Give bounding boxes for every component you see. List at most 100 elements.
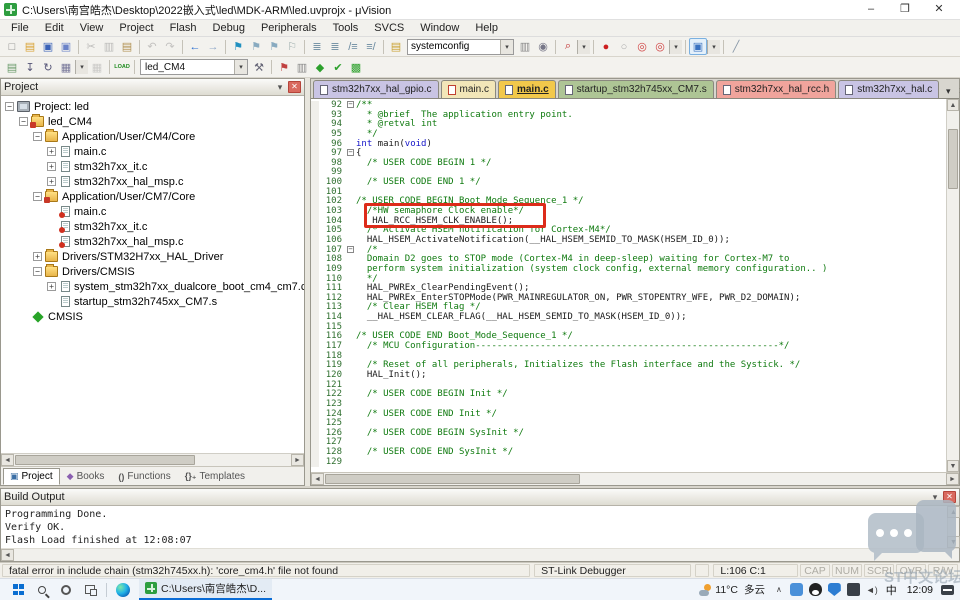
volume-icon[interactable]: ◄) [866, 585, 878, 595]
breakpoint-margin[interactable] [311, 226, 319, 236]
flash-download-button[interactable]: LOAD [113, 59, 131, 76]
breakpoint-margin[interactable] [311, 101, 319, 111]
new-file-icon[interactable]: □ [3, 38, 21, 55]
dropdown-arrow-icon[interactable]: ▾ [669, 40, 682, 54]
tree-expander-icon[interactable]: + [47, 147, 56, 156]
stop-build-icon[interactable]: ▦ [88, 59, 106, 76]
redo-icon[interactable]: ↷ [161, 38, 179, 55]
tree-expander-icon[interactable]: − [5, 102, 14, 111]
scroll-up-icon[interactable]: ▲ [947, 506, 960, 518]
tree-item[interactable]: +stm32h7xx_it.c [1, 159, 304, 174]
build-output-text[interactable]: Programming Done.Verify OK.Flash Load fi… [1, 506, 947, 548]
panel-tab-books[interactable]: ◆Books [60, 468, 112, 485]
dropdown-arrow-icon[interactable]: ▾ [707, 40, 720, 54]
select-packs-icon[interactable]: ✔ [329, 59, 347, 76]
menu-tools[interactable]: Tools [325, 20, 367, 36]
tree-expander-icon[interactable]: − [33, 267, 42, 276]
breakpoint-margin[interactable] [311, 284, 319, 294]
breakpoint-margin[interactable] [311, 303, 319, 313]
build-icon[interactable]: ↧ [21, 59, 39, 76]
tree-expander-icon[interactable]: + [33, 252, 42, 261]
books-icon[interactable]: ▥ [516, 38, 534, 55]
weather-temp[interactable]: 11°C [715, 584, 738, 596]
editor-tab[interactable]: stm32h7xx_hal_gpio.c [313, 80, 439, 98]
scroll-left-icon[interactable]: ◄ [311, 473, 324, 485]
breakpoint-margin[interactable] [311, 458, 319, 468]
tab-close-icon[interactable]: ✕ [955, 84, 960, 98]
breakpoint-disable-all-icon[interactable]: ◎ [633, 38, 651, 55]
breakpoint-margin[interactable] [311, 361, 319, 371]
scroll-left-icon[interactable]: ◄ [1, 549, 14, 561]
menu-peripherals[interactable]: Peripherals [253, 20, 325, 36]
fold-margin[interactable]: − [345, 246, 356, 256]
scroll-right-icon[interactable]: ► [291, 454, 304, 466]
breakpoint-margin[interactable] [311, 438, 319, 448]
find-icon[interactable]: ◉ [534, 38, 552, 55]
rebuild-icon[interactable]: ↻ [39, 59, 57, 76]
menu-view[interactable]: View [72, 20, 112, 36]
search-dropdown-icon[interactable]: ▾ [500, 40, 513, 54]
bookmark-prev-icon[interactable]: ⚑ [247, 38, 265, 55]
translate-icon[interactable]: ▤ [3, 59, 21, 76]
breakpoint-margin[interactable] [311, 400, 319, 410]
notification-center-icon[interactable] [941, 585, 954, 595]
breakpoint-margin[interactable] [311, 390, 319, 400]
breakpoint-margin[interactable] [311, 236, 319, 246]
breakpoint-margin[interactable] [311, 419, 319, 429]
tree-item[interactable]: −Drivers/CMSIS [1, 264, 304, 279]
weather-icon[interactable] [699, 584, 713, 596]
uncomment-icon[interactable]: ≡/ [362, 38, 380, 55]
tree-item[interactable]: −Application/User/CM4/Core [1, 129, 304, 144]
tree-item[interactable]: main.c [1, 204, 304, 219]
pack-installer-icon[interactable]: ▩ [347, 59, 365, 76]
breakpoint-toggle-icon[interactable]: ● [597, 38, 615, 55]
capture-app-icon[interactable] [847, 583, 860, 596]
cortana-button[interactable] [54, 579, 78, 600]
bookmark-clear-icon[interactable]: ⚐ [283, 38, 301, 55]
tree-item[interactable]: CMSIS [1, 309, 304, 324]
batch-build-icon[interactable]: ▦ [57, 59, 75, 76]
scroll-down-icon[interactable]: ▼ [947, 536, 960, 548]
cut-icon[interactable]: ✂ [82, 38, 100, 55]
breakpoint-margin[interactable] [311, 323, 319, 333]
fold-margin[interactable]: − [345, 101, 356, 111]
tree-expander-icon[interactable]: − [19, 117, 28, 126]
search-input[interactable] [408, 40, 500, 54]
tree-item[interactable]: −Project: led [1, 99, 304, 114]
scroll-up-icon[interactable]: ▲ [947, 99, 959, 111]
menu-debug[interactable]: Debug [205, 20, 253, 36]
panel-tab-functions[interactable]: ()Functions [111, 468, 177, 485]
editor-tab[interactable]: stm32h7xx_hal.c [838, 80, 939, 98]
scroll-right-icon[interactable]: ► [946, 473, 959, 485]
weather-desc[interactable]: 多云 [744, 582, 765, 597]
paste-icon[interactable]: ▤ [118, 38, 136, 55]
bookmark-toggle-icon[interactable]: ⚑ [229, 38, 247, 55]
taskbar-clock[interactable]: 12:09 [907, 584, 933, 596]
scroll-thumb[interactable] [325, 474, 580, 484]
project-hscrollbar[interactable]: ◄ ► [1, 453, 304, 466]
pin-icon[interactable]: ▾ [274, 81, 286, 93]
breakpoint-margin[interactable] [311, 149, 319, 159]
manage-rte-icon[interactable]: ◆ [311, 59, 329, 76]
save-icon[interactable]: ▣ [39, 38, 57, 55]
undo-icon[interactable]: ↶ [143, 38, 161, 55]
breakpoint-margin[interactable] [311, 246, 319, 256]
indent-icon[interactable]: ≣ [326, 38, 344, 55]
task-view-button[interactable] [78, 579, 102, 600]
pin-icon[interactable]: ▾ [929, 491, 941, 503]
breakpoint-enable-icon[interactable]: ○ [615, 38, 633, 55]
tree-item[interactable]: +main.c [1, 144, 304, 159]
close-button[interactable]: ✕ [922, 1, 956, 19]
breakpoint-margin[interactable] [311, 275, 319, 285]
breakpoint-margin[interactable] [311, 371, 319, 381]
navigate-forward-icon[interactable]: → [204, 38, 222, 55]
project-close-icon[interactable]: ✕ [288, 81, 301, 93]
taskbar-search-button[interactable] [30, 579, 54, 600]
breakpoint-margin[interactable] [311, 352, 319, 362]
bookmark-next-icon[interactable]: ⚑ [265, 38, 283, 55]
tray-expand-chevron-icon[interactable]: ∧ [776, 585, 782, 594]
fold-collapse-icon[interactable]: − [347, 149, 354, 156]
menu-project[interactable]: Project [111, 20, 161, 36]
breakpoint-kill-all-icon[interactable]: ◎ [651, 38, 669, 55]
target-dropdown-icon[interactable]: ▾ [234, 60, 247, 74]
